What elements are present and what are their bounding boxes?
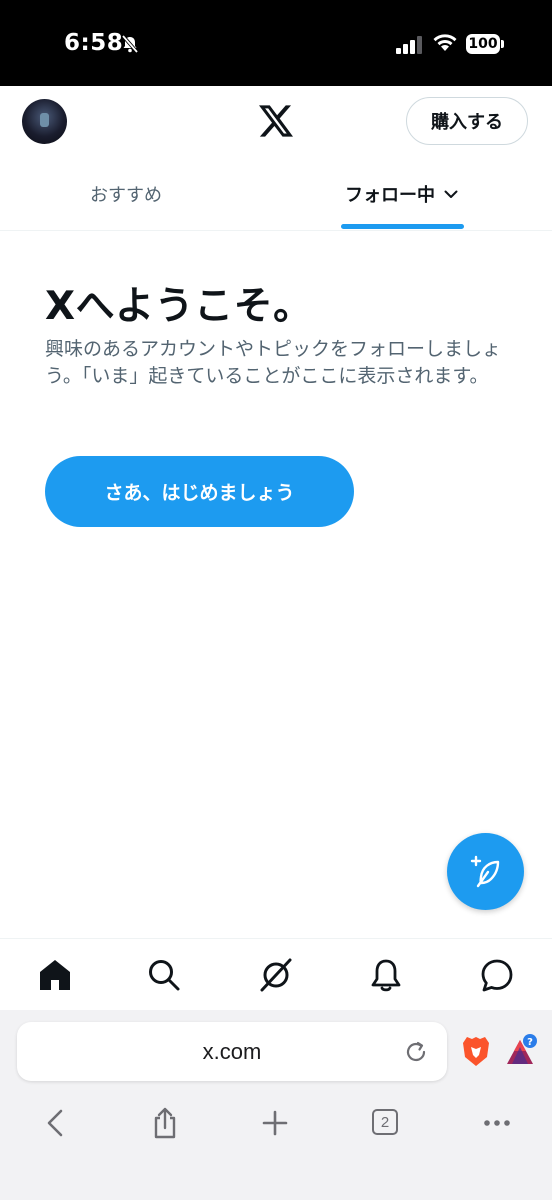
bell-icon[interactable]	[368, 957, 404, 993]
back-icon[interactable]	[40, 1106, 72, 1140]
tab-for-you[interactable]: おすすめ	[0, 160, 252, 228]
reload-icon[interactable]	[404, 1040, 428, 1064]
wifi-icon	[433, 34, 457, 51]
battery-nub	[501, 40, 504, 48]
address-bar[interactable]: x.com	[17, 1022, 447, 1081]
tab-for-you-label: おすすめ	[90, 185, 162, 206]
more-menu-icon[interactable]	[481, 1106, 513, 1140]
get-started-button[interactable]: さあ、はじめましょう	[45, 456, 354, 527]
new-tab-plus-icon[interactable]	[259, 1106, 291, 1140]
compose-feather-icon	[470, 855, 499, 887]
active-tab-indicator	[341, 224, 464, 229]
bell-slash-icon	[121, 34, 139, 54]
svg-text:?: ?	[527, 1037, 533, 1048]
status-bar: 6:58 100	[0, 0, 552, 86]
tabs-divider	[0, 230, 552, 231]
welcome-title: Xへようこそ。	[45, 284, 313, 329]
tab-following[interactable]: フォロー中	[300, 160, 504, 228]
search-icon[interactable]	[146, 957, 182, 993]
brave-shield-icon[interactable]	[462, 1035, 490, 1067]
x-logo-icon	[259, 105, 293, 137]
welcome-description: 興味のあるアカウントやトピックをフォローしましょう。「いま」起きていることがここ…	[45, 338, 502, 387]
brave-rewards-icon[interactable]: ?	[506, 1034, 538, 1066]
cellular-signal-icon	[396, 36, 422, 54]
grok-icon[interactable]	[258, 957, 294, 993]
avatar[interactable]	[22, 99, 67, 144]
share-icon[interactable]	[149, 1106, 181, 1140]
url-text: x.com	[202, 1038, 262, 1064]
subscribe-button[interactable]: 購入する	[406, 97, 528, 145]
home-icon[interactable]	[37, 957, 73, 993]
tabs-button[interactable]: 2	[372, 1109, 398, 1135]
status-time: 6:58	[64, 30, 124, 56]
chevron-down-icon	[444, 190, 458, 198]
tab-following-label: フォロー中	[345, 185, 435, 206]
battery-indicator: 100	[466, 34, 500, 54]
compose-button[interactable]	[447, 833, 524, 910]
bottom-nav	[0, 938, 552, 1011]
messages-icon[interactable]	[479, 957, 515, 993]
